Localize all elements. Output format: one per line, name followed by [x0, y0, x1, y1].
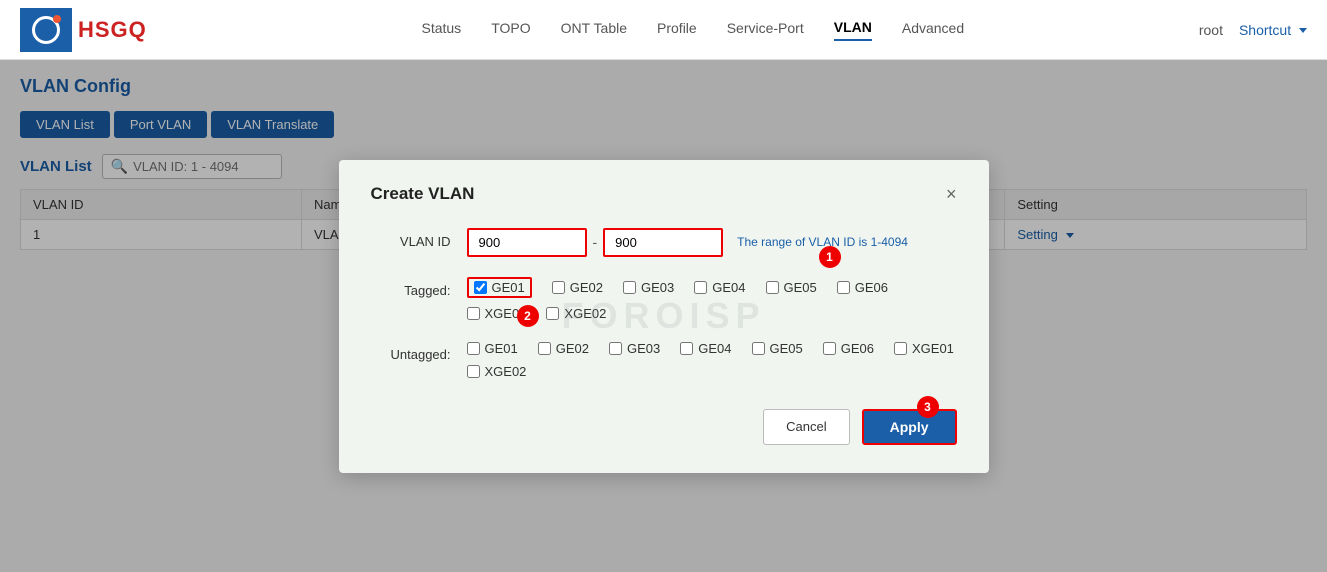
untagged-ge05-item[interactable]: GE05	[752, 341, 803, 356]
logo-text: HSGQ	[78, 17, 147, 43]
tagged-fields: GE01 GE02 GE03 GE04	[467, 277, 957, 321]
untagged-ge05-checkbox[interactable]	[752, 342, 765, 355]
logo-icon	[32, 16, 60, 44]
range-hint: The range of VLAN ID is 1-4094	[737, 235, 908, 249]
nav-service-port[interactable]: Service-Port	[727, 20, 804, 40]
untagged-xge02-item[interactable]: XGE02	[467, 364, 527, 379]
cancel-button[interactable]: Cancel	[763, 409, 849, 445]
vlan-id-inputs: - The range of VLAN ID is 1-4094	[467, 228, 957, 257]
step-badge-1: 1	[819, 246, 841, 268]
tagged-ge05-label: GE05	[784, 280, 817, 295]
untagged-ge02-label: GE02	[556, 341, 589, 356]
tagged-ge02-label: GE02	[570, 280, 603, 295]
nav-ont-table[interactable]: ONT Table	[561, 20, 627, 40]
untagged-checkbox-grid: GE01 GE02 GE03 GE04	[467, 341, 957, 379]
nav-topo[interactable]: TOPO	[491, 20, 530, 40]
tagged-ge06-label: GE06	[855, 280, 888, 295]
tagged-xge01-checkbox[interactable]	[467, 307, 480, 320]
tagged-ge04-label: GE04	[712, 280, 745, 295]
untagged-ge01-label: GE01	[485, 341, 518, 356]
nav-right: root Shortcut	[1199, 22, 1307, 38]
logo-dot	[53, 15, 61, 23]
untagged-ge06-checkbox[interactable]	[823, 342, 836, 355]
untagged-ge01-item[interactable]: GE01	[467, 341, 518, 356]
tagged-checkbox-grid: GE01 GE02 GE03 GE04	[467, 277, 957, 321]
root-label: root	[1199, 22, 1223, 38]
untagged-xge02-checkbox[interactable]	[467, 365, 480, 378]
tagged-row: Tagged: GE01 GE02	[371, 277, 957, 321]
vlan-id-fields: - The range of VLAN ID is 1-4094	[467, 228, 957, 257]
vlan-id-from-input[interactable]	[467, 228, 587, 257]
tagged-xge02-checkbox[interactable]	[546, 307, 559, 320]
untagged-ge05-label: GE05	[770, 341, 803, 356]
dialog-title: Create VLAN	[371, 184, 475, 204]
chevron-down-icon	[1299, 28, 1307, 33]
vlan-id-row: VLAN ID - The range of VLAN ID is 1-4094	[371, 228, 957, 257]
logo-area: HSGQ	[20, 8, 147, 52]
tagged-ge01-item[interactable]: GE01	[467, 277, 532, 298]
untagged-ge04-item[interactable]: GE04	[680, 341, 731, 356]
untagged-ge03-label: GE03	[627, 341, 660, 356]
close-button[interactable]: ×	[946, 185, 957, 203]
tagged-ge04-checkbox[interactable]	[694, 281, 707, 294]
shortcut-text: Shortcut	[1239, 22, 1291, 38]
untagged-fields: GE01 GE02 GE03 GE04	[467, 341, 957, 379]
untagged-ge03-item[interactable]: GE03	[609, 341, 660, 356]
tagged-ge03-label: GE03	[641, 280, 674, 295]
tagged-ge05-item[interactable]: GE05	[766, 277, 817, 298]
tagged-xge02-label: XGE02	[564, 306, 606, 321]
tagged-ge04-item[interactable]: GE04	[694, 277, 745, 298]
untagged-label: Untagged:	[371, 341, 451, 362]
untagged-ge04-label: GE04	[698, 341, 731, 356]
modal-overlay: 1 2 3 Create VLAN × VLAN ID - The range …	[0, 60, 1327, 572]
apply-button[interactable]: Apply	[862, 409, 957, 445]
dialog-header: Create VLAN ×	[371, 184, 957, 204]
nav-links: Status TOPO ONT Table Profile Service-Po…	[187, 19, 1199, 41]
untagged-xge02-label: XGE02	[485, 364, 527, 379]
tagged-ge03-item[interactable]: GE03	[623, 277, 674, 298]
dialog-footer: Cancel Apply	[371, 409, 957, 445]
create-vlan-dialog: 1 2 3 Create VLAN × VLAN ID - The range …	[339, 160, 989, 473]
untagged-xge01-item[interactable]: XGE01	[894, 341, 954, 356]
tagged-ge01-label: GE01	[492, 280, 525, 295]
untagged-ge06-label: GE06	[841, 341, 874, 356]
untagged-ge06-item[interactable]: GE06	[823, 341, 874, 356]
tagged-xge02-item[interactable]: XGE02	[546, 306, 606, 321]
tagged-ge06-checkbox[interactable]	[837, 281, 850, 294]
tagged-ge06-item[interactable]: GE06	[837, 277, 888, 298]
tagged-label: Tagged:	[371, 277, 451, 298]
dash-separator: -	[593, 234, 598, 250]
nav-status[interactable]: Status	[421, 20, 461, 40]
tagged-ge01-checkbox[interactable]	[474, 281, 487, 294]
nav-vlan[interactable]: VLAN	[834, 19, 872, 41]
untagged-row: Untagged: GE01 GE02 GE03	[371, 341, 957, 379]
untagged-ge02-checkbox[interactable]	[538, 342, 551, 355]
nav-profile[interactable]: Profile	[657, 20, 697, 40]
vlan-id-label: VLAN ID	[371, 228, 451, 249]
shortcut-label[interactable]: Shortcut	[1239, 22, 1307, 38]
tagged-ge05-checkbox[interactable]	[766, 281, 779, 294]
tagged-ge02-item[interactable]: GE02	[552, 277, 603, 298]
top-navigation: HSGQ Status TOPO ONT Table Profile Servi…	[0, 0, 1327, 60]
logo-box	[20, 8, 72, 52]
untagged-xge01-checkbox[interactable]	[894, 342, 907, 355]
vlan-id-to-input[interactable]	[603, 228, 723, 257]
tagged-ge03-checkbox[interactable]	[623, 281, 636, 294]
step-badge-2: 2	[517, 305, 539, 327]
untagged-ge01-checkbox[interactable]	[467, 342, 480, 355]
untagged-ge03-checkbox[interactable]	[609, 342, 622, 355]
untagged-xge01-label: XGE01	[912, 341, 954, 356]
step-badge-3: 3	[917, 396, 939, 418]
untagged-ge02-item[interactable]: GE02	[538, 341, 589, 356]
untagged-ge04-checkbox[interactable]	[680, 342, 693, 355]
page-content: VLAN Config VLAN List Port VLAN VLAN Tra…	[0, 60, 1327, 572]
tagged-ge02-checkbox[interactable]	[552, 281, 565, 294]
nav-advanced[interactable]: Advanced	[902, 20, 964, 40]
